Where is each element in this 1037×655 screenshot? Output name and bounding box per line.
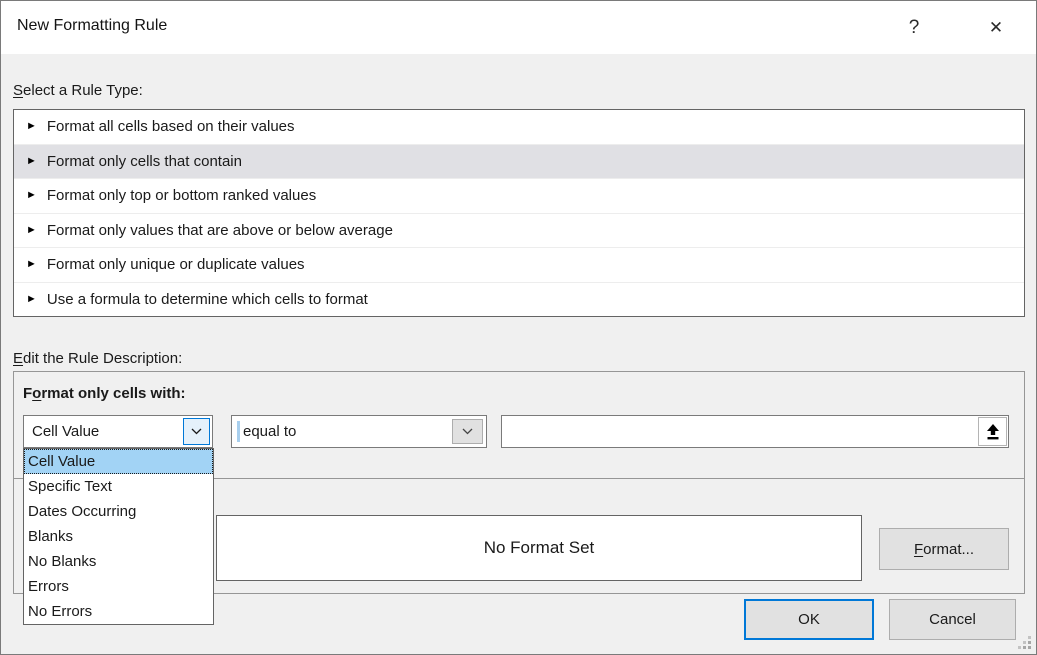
format-button-accel: F <box>914 541 923 558</box>
rule-type-option-label: Format only values that are above or bel… <box>47 222 393 239</box>
rule-type-option-top-bottom-ranked[interactable]: ► Format only top or bottom ranked value… <box>14 178 1024 213</box>
description-label: Edit the Rule Description: <box>13 350 182 367</box>
rule-type-label: Select a Rule Type: <box>13 82 143 99</box>
arrow-right-icon: ► <box>26 190 37 201</box>
condition-label-rest: rmat only cells with: <box>41 385 185 402</box>
value-field-wrap <box>501 415 1009 448</box>
format-preview: No Format Set <box>216 515 862 581</box>
format-button-rest: ormat... <box>923 541 974 558</box>
chevron-down-icon <box>462 428 473 435</box>
rule-type-option-label: Use a formula to determine which cells t… <box>47 291 368 308</box>
rule-type-list: ► Format all cells based on their values… <box>13 109 1025 317</box>
rule-type-option-above-below-average[interactable]: ► Format only values that are above or b… <box>14 213 1024 248</box>
help-button[interactable]: ? <box>892 11 936 45</box>
rule-type-option-label: Format only top or bottom ranked values <box>47 187 316 204</box>
dropdown-option-cell-value[interactable]: Cell Value <box>24 449 213 474</box>
rule-type-option-label: Format only cells that contain <box>47 153 242 170</box>
dropdown-option-dates-occurring[interactable]: Dates Occurring <box>24 499 213 524</box>
ok-button[interactable]: OK <box>744 599 874 640</box>
value-input[interactable] <box>501 415 1009 448</box>
description-label-accel: E <box>13 350 23 367</box>
operator-value: equal to <box>243 416 296 447</box>
condition-label-p1: F <box>23 385 32 402</box>
dropdown-option-specific-text[interactable]: Specific Text <box>24 474 213 499</box>
format-button[interactable]: Format... <box>879 528 1009 570</box>
dropdown-option-no-errors[interactable]: No Errors <box>24 599 213 624</box>
arrow-right-icon: ► <box>26 294 37 305</box>
rule-type-option-use-formula[interactable]: ► Use a formula to determine which cells… <box>14 282 1024 317</box>
condition-label-accel: o <box>32 385 41 402</box>
arrow-right-icon: ► <box>26 225 37 236</box>
rule-type-option-format-all-cells[interactable]: ► Format all cells based on their values <box>14 110 1024 144</box>
arrow-right-icon: ► <box>26 156 37 167</box>
operator-dropdown-button[interactable] <box>452 419 483 444</box>
condition-type-value: Cell Value <box>32 416 99 447</box>
condition-label: Format only cells with: <box>23 385 186 402</box>
rule-type-option-unique-duplicate[interactable]: ► Format only unique or duplicate values <box>14 247 1024 282</box>
rule-type-option-cells-that-contain[interactable]: ► Format only cells that contain <box>14 144 1024 179</box>
new-formatting-rule-dialog: New Formatting Rule ? ✕ Select a Rule Ty… <box>0 0 1037 655</box>
collapse-dialog-button[interactable] <box>978 417 1007 446</box>
collapse-dialog-icon <box>986 424 1000 440</box>
rule-type-label-rest: elect a Rule Type: <box>23 82 143 99</box>
dialog-title: New Formatting Rule <box>17 17 167 35</box>
rule-type-option-label: Format only unique or duplicate values <box>47 256 305 273</box>
resize-grip[interactable] <box>1016 634 1032 650</box>
dropdown-option-errors[interactable]: Errors <box>24 574 213 599</box>
condition-type-dropdown: Cell Value Specific Text Dates Occurring… <box>23 448 214 625</box>
format-preview-text: No Format Set <box>484 538 595 558</box>
close-button[interactable]: ✕ <box>974 11 1018 45</box>
arrow-right-icon: ► <box>26 259 37 270</box>
condition-type-combobox[interactable]: Cell Value <box>23 415 213 448</box>
chevron-down-icon <box>191 428 202 435</box>
title-bar: New Formatting Rule ? ✕ <box>1 1 1036 54</box>
rule-type-label-accel: S <box>13 82 23 99</box>
dropdown-option-blanks[interactable]: Blanks <box>24 524 213 549</box>
rule-type-option-label: Format all cells based on their values <box>47 118 295 135</box>
arrow-right-icon: ► <box>26 121 37 132</box>
operator-combobox[interactable]: equal to <box>231 415 487 448</box>
description-label-rest: dit the Rule Description: <box>23 350 182 367</box>
condition-type-dropdown-button[interactable] <box>183 418 210 445</box>
dropdown-option-no-blanks[interactable]: No Blanks <box>24 549 213 574</box>
cancel-button[interactable]: Cancel <box>889 599 1016 640</box>
text-caret <box>237 421 240 442</box>
